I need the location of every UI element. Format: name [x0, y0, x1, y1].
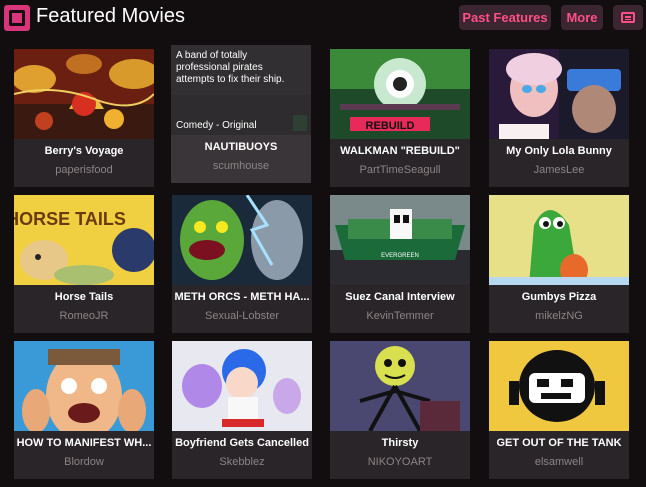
movie-thumbnail: EVERGREEN — [330, 195, 470, 285]
movie-title: METH ORCS - METH HA... — [174, 291, 310, 303]
list-view-button[interactable] — [613, 5, 643, 30]
movie-author[interactable]: Skebblez — [174, 456, 310, 468]
more-button[interactable]: More — [561, 5, 603, 30]
movie-thumbnail: HORSE TAILS — [14, 195, 154, 285]
movie-title: My Only Lola Bunny — [506, 145, 612, 157]
movie-card[interactable]: A band of totally professional pirates a… — [171, 45, 311, 183]
movie-title: GET OUT OF THE TANK — [496, 437, 622, 449]
movie-author[interactable]: paperisfood — [16, 164, 152, 176]
hover-overlay: A band of totally professional pirates a… — [171, 45, 311, 135]
movie-author[interactable]: PartTimeSeagull — [332, 164, 468, 176]
movie-card[interactable]: Gumbys Pizza mikelzNG — [489, 195, 629, 333]
movie-card[interactable]: My Only Lola Bunny JamesLee — [489, 49, 629, 187]
movie-author[interactable]: RomeoJR — [16, 310, 152, 322]
movie-thumbnail — [172, 341, 312, 431]
movie-title: Suez Canal Interview — [345, 291, 455, 303]
movie-thumbnail — [330, 341, 470, 431]
movie-author[interactable]: Sexual-Lobster — [174, 310, 310, 322]
movie-card[interactable]: GET OUT OF THE TANK elsamwell — [489, 341, 629, 479]
movie-thumbnail — [489, 341, 629, 431]
movie-thumbnail: REBUILD — [330, 49, 470, 139]
movie-author[interactable]: JamesLee — [491, 164, 627, 176]
movie-title: Gumbys Pizza — [521, 291, 597, 303]
movie-author[interactable]: scumhouse — [173, 160, 309, 172]
movie-thumbnail — [14, 341, 154, 431]
newgrounds-film-icon[interactable] — [4, 5, 30, 31]
movie-grid: Berry's Voyage paperisfood A band of tot… — [14, 45, 640, 481]
movie-author[interactable]: KevinTemmer — [332, 310, 468, 322]
movie-title: WALKMAN "REBUILD" — [340, 145, 460, 157]
movie-card[interactable]: HOW TO MANIFEST WH... Blordow — [14, 341, 154, 479]
movie-card[interactable]: Berry's Voyage paperisfood — [14, 49, 154, 187]
thumb-text: REBUILD — [366, 120, 415, 132]
movie-genre: Comedy - Original — [176, 120, 257, 131]
movie-card[interactable]: Boyfriend Gets Cancelled Skebblez — [172, 341, 312, 479]
movie-author[interactable]: NIKOYOART — [332, 456, 468, 468]
movie-card[interactable]: METH ORCS - METH HA... Sexual-Lobster — [172, 195, 312, 333]
movie-thumbnail: A band of totally professional pirates a… — [171, 45, 311, 135]
page-title: Featured Movies — [36, 5, 185, 27]
movie-title: NAUTIBUOYS — [204, 141, 278, 153]
thumb-text: HORSE TAILS — [14, 209, 126, 229]
movie-description: A band of totally professional pirates a… — [176, 50, 285, 85]
movie-title: Berry's Voyage — [44, 145, 124, 157]
movie-title: Boyfriend Gets Cancelled — [175, 437, 309, 449]
movie-thumbnail — [14, 49, 154, 139]
list-icon — [621, 12, 635, 23]
movie-author[interactable]: Blordow — [16, 456, 152, 468]
movie-card[interactable]: REBUILD WALKMAN "REBUILD" PartTimeSeagul… — [330, 49, 470, 187]
header: Featured Movies Past Features More — [0, 0, 646, 37]
movie-author[interactable]: elsamwell — [491, 456, 627, 468]
thumb-text: EVERGREEN — [381, 253, 419, 259]
movie-card[interactable]: Thirsty NIKOYOART — [330, 341, 470, 479]
movie-thumbnail — [172, 195, 312, 285]
movie-thumbnail — [489, 195, 629, 285]
movie-title: Thirsty — [381, 437, 419, 449]
movie-title: HOW TO MANIFEST WH... — [16, 437, 152, 449]
movie-card[interactable]: HORSE TAILS Horse Tails RomeoJR — [14, 195, 154, 333]
movie-thumbnail — [489, 49, 629, 139]
movie-title: Horse Tails — [54, 291, 114, 303]
movie-card[interactable]: EVERGREEN Suez Canal Interview KevinTemm… — [330, 195, 470, 333]
movie-author[interactable]: mikelzNG — [491, 310, 627, 322]
past-features-button[interactable]: Past Features — [459, 5, 551, 30]
